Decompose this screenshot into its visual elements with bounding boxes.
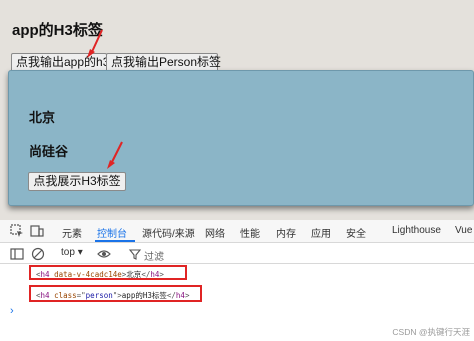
eye-icon[interactable] (97, 247, 111, 261)
tab-network[interactable]: 网络 (205, 225, 225, 240)
child-heading-beijing: 北京 (29, 110, 56, 125)
annotation-box-1 (29, 265, 187, 280)
annotation-arrow-1 (87, 29, 103, 58)
tab-performance[interactable]: 性能 (240, 225, 260, 240)
tab-sources[interactable]: 源代码/来源 (142, 225, 195, 240)
tab-security[interactable]: 安全 (346, 225, 366, 240)
show-h3-button[interactable]: 点我展示H3标签 (28, 172, 126, 191)
tab-console[interactable]: 控制台 (97, 225, 127, 240)
annotation-arrow-2 (107, 141, 123, 169)
tab-elements[interactable]: 元素 (62, 225, 82, 240)
devtools-tabbar: 元素 控制台 源代码/来源 网络 性能 内存 应用 安全 Lighthouse … (0, 220, 474, 243)
tab-application[interactable]: 应用 (311, 225, 331, 240)
watermark: CSDN @执键行天涯 (392, 327, 470, 337)
child-heading-atguigu: 尚硅谷 (29, 144, 69, 159)
inspect-icon[interactable] (10, 224, 24, 238)
console-toolbar: top ▾ 过滤 (0, 244, 474, 264)
person-component-panel: 北京 尚硅谷 点我展示H3标签 (8, 70, 474, 206)
tab-vue[interactable]: Vue (455, 225, 472, 236)
filter-input[interactable]: 过滤 (144, 248, 164, 263)
active-tab-indicator (95, 240, 135, 242)
console-prompt[interactable]: › (10, 305, 14, 317)
annotation-box-2 (29, 285, 202, 302)
filter-icon (128, 249, 142, 260)
devtools-panel: 元素 控制台 源代码/来源 网络 性能 内存 应用 安全 Lighthouse … (0, 220, 474, 341)
tab-lighthouse[interactable]: Lighthouse (392, 225, 441, 236)
device-toggle-icon[interactable] (30, 224, 44, 238)
sidebar-toggle-icon[interactable] (10, 247, 24, 261)
chevron-down-icon: ▾ (77, 247, 83, 258)
context-select-value: top (61, 247, 75, 258)
clear-console-icon[interactable] (31, 247, 45, 261)
tab-memory[interactable]: 内存 (276, 225, 296, 240)
context-select[interactable]: top ▾ (58, 247, 86, 261)
